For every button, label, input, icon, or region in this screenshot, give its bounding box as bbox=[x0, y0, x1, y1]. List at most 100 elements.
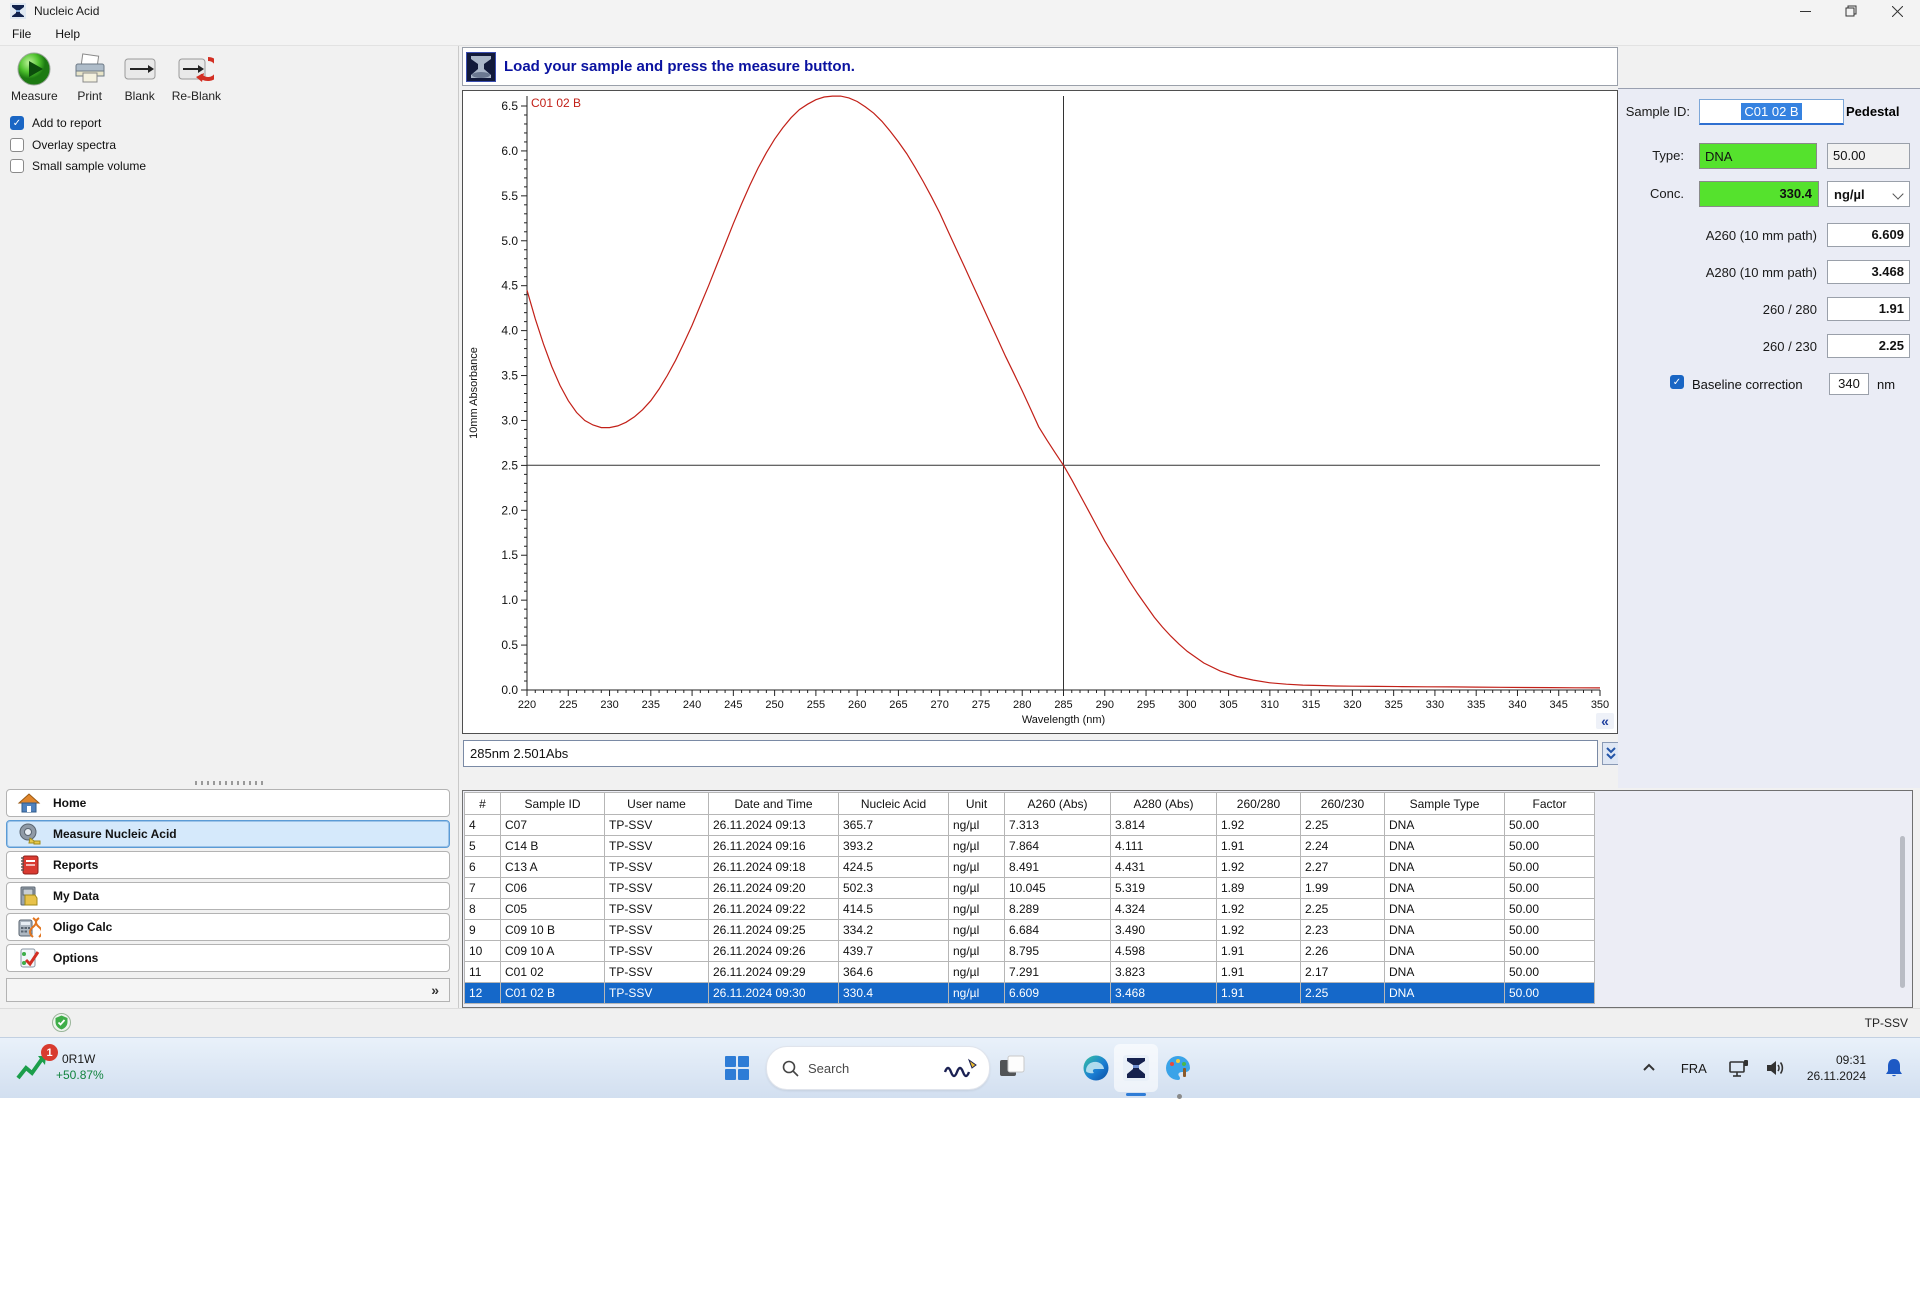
panel-splitter-handle[interactable] bbox=[195, 781, 265, 785]
type-label: Type: bbox=[1618, 148, 1684, 163]
a280-value-field: 3.468 bbox=[1827, 260, 1910, 284]
table-row[interactable]: 9C09 10 BTP-SSV26.11.2024 09:25334.2ng/µ… bbox=[465, 920, 1595, 941]
table-row[interactable]: 11C01 02TP-SSV26.11.2024 09:29364.6ng/µl… bbox=[465, 962, 1595, 983]
column-header[interactable]: # bbox=[465, 793, 501, 815]
sidebar-item-oligo-calc[interactable]: Oligo Calc bbox=[6, 913, 450, 941]
sidebar-item-label: Measure Nucleic Acid bbox=[53, 827, 177, 841]
nucleic-acid-app-taskbar-icon[interactable] bbox=[1114, 1044, 1158, 1092]
conc-value-field: 330.4 bbox=[1699, 181, 1819, 207]
taskbar-widget[interactable]: 1 0R1W +50.87% bbox=[14, 1046, 104, 1088]
cursor-readout-field[interactable]: 285nm 2.501Abs bbox=[463, 740, 1598, 767]
add-to-report-checkbox[interactable]: ✓ Add to report bbox=[10, 114, 101, 132]
table-cell: 26.11.2024 09:16 bbox=[709, 836, 839, 857]
notification-bell-icon[interactable] bbox=[1882, 1056, 1906, 1080]
factor-field[interactable]: 50.00 bbox=[1827, 143, 1910, 169]
close-button[interactable] bbox=[1874, 0, 1920, 22]
table-cell: DNA bbox=[1385, 878, 1505, 899]
menu-file[interactable]: File bbox=[0, 24, 43, 44]
table-cell: 26.11.2024 09:22 bbox=[709, 899, 839, 920]
column-header[interactable]: User name bbox=[605, 793, 709, 815]
table-cell: ng/µl bbox=[949, 962, 1005, 983]
x-tick-label: 290 bbox=[1096, 699, 1114, 711]
table-cell: 2.25 bbox=[1301, 983, 1385, 1004]
factor-value: 50.00 bbox=[1833, 148, 1866, 163]
window-controls bbox=[1782, 0, 1920, 22]
edge-browser-icon[interactable] bbox=[1082, 1054, 1110, 1082]
column-header[interactable]: Nucleic Acid bbox=[839, 793, 949, 815]
table-cell: 2.25 bbox=[1301, 815, 1385, 836]
results-table-section: #Sample IDUser nameDate and TimeNucleic … bbox=[462, 790, 1913, 1008]
menu-help[interactable]: Help bbox=[43, 24, 92, 44]
collapse-panel-button[interactable]: « bbox=[1596, 713, 1614, 729]
small-sample-volume-checkbox[interactable]: Small sample volume bbox=[10, 157, 146, 175]
measure-button[interactable]: Measure bbox=[4, 50, 65, 112]
baseline-wavelength-field[interactable]: 340 bbox=[1829, 373, 1869, 395]
column-header[interactable]: Sample ID bbox=[501, 793, 605, 815]
table-row[interactable]: 5C14 BTP-SSV26.11.2024 09:16393.2ng/µl7.… bbox=[465, 836, 1595, 857]
sidebar-item-home[interactable]: Home bbox=[6, 789, 450, 817]
print-button[interactable]: Print bbox=[65, 50, 115, 112]
table-row[interactable]: 4C07TP-SSV26.11.2024 09:13365.7ng/µl7.31… bbox=[465, 815, 1595, 836]
column-header[interactable]: 260/280 bbox=[1217, 793, 1301, 815]
tray-chevron-up-icon[interactable] bbox=[1637, 1056, 1661, 1080]
sample-id-input[interactable]: C01 02 B bbox=[1699, 99, 1844, 125]
table-cell: 2.26 bbox=[1301, 941, 1385, 962]
column-header[interactable]: A260 (Abs) bbox=[1005, 793, 1111, 815]
taskbar-clock[interactable]: 09:31 26.11.2024 bbox=[1807, 1052, 1866, 1084]
sidebar-item-reports[interactable]: Reports bbox=[6, 851, 450, 879]
table-row[interactable]: 7C06TP-SSV26.11.2024 09:20502.3ng/µl10.0… bbox=[465, 878, 1595, 899]
restore-button[interactable] bbox=[1828, 0, 1874, 22]
column-header[interactable]: Sample Type bbox=[1385, 793, 1505, 815]
measure-play-icon bbox=[16, 51, 52, 87]
spectrum-svg[interactable]: 0.00.51.01.52.02.53.03.54.04.55.05.56.06… bbox=[463, 91, 1617, 733]
y-tick-label: 4.0 bbox=[501, 324, 518, 338]
start-button[interactable] bbox=[724, 1055, 750, 1081]
sample-id-value: C01 02 B bbox=[1741, 103, 1801, 120]
taskbar-search[interactable]: Search bbox=[766, 1046, 990, 1090]
type-select[interactable]: DNA bbox=[1699, 143, 1817, 169]
column-header[interactable]: 260/230 bbox=[1301, 793, 1385, 815]
sidebar-item-options[interactable]: Options bbox=[6, 944, 450, 972]
search-icon bbox=[782, 1060, 799, 1077]
table-cell: DNA bbox=[1385, 815, 1505, 836]
sidebar-item-my-data[interactable]: My Data bbox=[6, 882, 450, 910]
minimize-button[interactable] bbox=[1782, 0, 1828, 22]
y-tick-label: 5.5 bbox=[501, 189, 518, 203]
snipping-tool-icon[interactable] bbox=[998, 1054, 1026, 1082]
table-cell: 1.91 bbox=[1217, 983, 1301, 1004]
expand-readout-button[interactable] bbox=[1602, 742, 1619, 765]
table-cell: 50.00 bbox=[1505, 857, 1595, 878]
table-cell: 26.11.2024 09:20 bbox=[709, 878, 839, 899]
table-row[interactable]: 12C01 02 BTP-SSV26.11.2024 09:30330.4ng/… bbox=[465, 983, 1595, 1004]
language-indicator[interactable]: FRA bbox=[1681, 1061, 1707, 1076]
column-header[interactable]: Date and Time bbox=[709, 793, 839, 815]
paint-app-icon[interactable] bbox=[1164, 1054, 1192, 1082]
table-scrollbar[interactable] bbox=[1900, 836, 1905, 988]
y-axis-title: 10mm Absorbance bbox=[468, 347, 480, 439]
table-cell: TP-SSV bbox=[605, 899, 709, 920]
overlay-spectra-checkbox[interactable]: Overlay spectra bbox=[10, 136, 116, 154]
column-header[interactable]: A280 (Abs) bbox=[1111, 793, 1217, 815]
ratio-260-230-value: 2.25 bbox=[1879, 338, 1904, 353]
column-header[interactable]: Factor bbox=[1505, 793, 1595, 815]
volume-icon[interactable] bbox=[1763, 1056, 1787, 1080]
network-icon[interactable] bbox=[1727, 1056, 1751, 1080]
table-row[interactable]: 6C13 ATP-SSV26.11.2024 09:18424.5ng/µl8.… bbox=[465, 857, 1595, 878]
nav-overflow-button[interactable]: » bbox=[6, 978, 450, 1002]
title-bar[interactable]: Nucleic Acid bbox=[0, 0, 1920, 22]
table-cell: 4 bbox=[465, 815, 501, 836]
unit-select[interactable]: ng/µl bbox=[1827, 181, 1910, 207]
blank-button[interactable]: Blank bbox=[115, 50, 165, 112]
table-row[interactable]: 8C05TP-SSV26.11.2024 09:22414.5ng/µl8.28… bbox=[465, 899, 1595, 920]
baseline-checkbox[interactable]: ✓ bbox=[1670, 375, 1684, 389]
x-tick-label: 225 bbox=[559, 699, 577, 711]
table-cell: 8.491 bbox=[1005, 857, 1111, 878]
x-tick-label: 340 bbox=[1508, 699, 1526, 711]
cursor-readout-text: 285nm 2.501Abs bbox=[470, 746, 568, 761]
column-header[interactable]: Unit bbox=[949, 793, 1005, 815]
sidebar-item-measure-nucleic-acid[interactable]: Measure Nucleic Acid bbox=[6, 820, 450, 848]
x-tick-label: 315 bbox=[1302, 699, 1320, 711]
table-row[interactable]: 10C09 10 ATP-SSV26.11.2024 09:26439.7ng/… bbox=[465, 941, 1595, 962]
x-tick-label: 310 bbox=[1261, 699, 1279, 711]
reblank-button[interactable]: Re-Blank bbox=[165, 50, 228, 112]
